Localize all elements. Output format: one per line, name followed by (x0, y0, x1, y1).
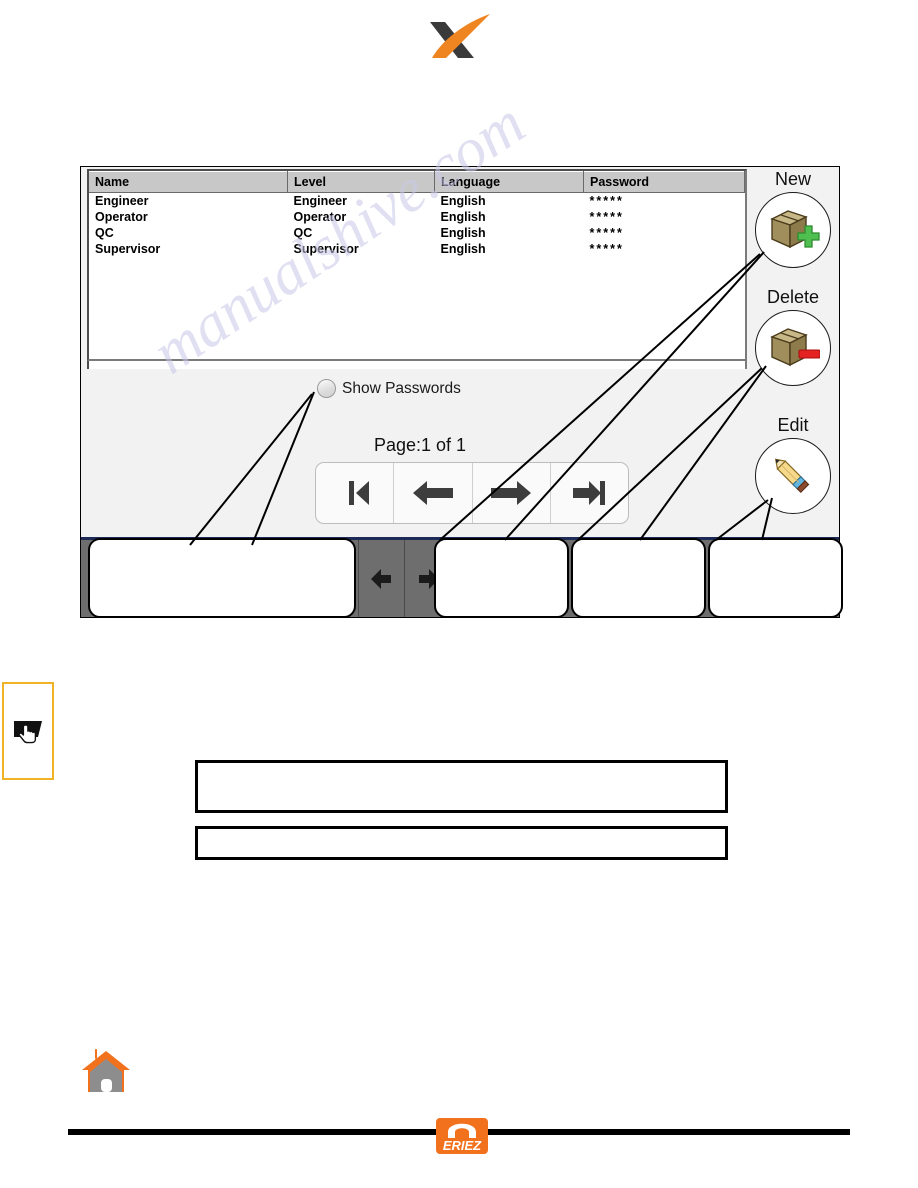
touchscreen-note (2, 682, 54, 780)
note-box-primary (195, 760, 728, 813)
callout-edit (708, 538, 843, 618)
cell-level: Engineer (293, 194, 348, 208)
touchscreen-hand-icon (14, 721, 42, 744)
column-header-language[interactable]: Language (434, 171, 584, 193)
page-indicator: Page:1 of 1 (81, 435, 839, 456)
cell-language: English (440, 194, 486, 208)
first-page-arrow-icon (348, 481, 369, 505)
callout-show-passwords (88, 538, 356, 618)
action-button-column: New Delete Edit (747, 167, 839, 539)
show-passwords-row[interactable]: Show Passwords (317, 379, 461, 398)
table-row[interactable]: QC QC English ***** (89, 225, 745, 241)
footer-logo: ERIEZ (432, 1110, 492, 1156)
manual-page: manualshive.com Name Level Language Pass… (0, 0, 918, 1188)
new-button-group[interactable]: New (747, 169, 839, 268)
column-header-name[interactable]: Name (89, 171, 288, 193)
right-arrow-icon (491, 481, 532, 505)
cell-password: ***** (589, 226, 624, 240)
cell-name: Operator (95, 210, 148, 224)
box-minus-icon (770, 328, 820, 367)
show-passwords-label: Show Passwords (342, 379, 461, 397)
pencil-icon (774, 458, 810, 494)
delete-button[interactable] (755, 310, 831, 386)
first-page-button[interactable] (316, 463, 395, 523)
cell-name: Supervisor (95, 242, 161, 256)
edit-button-group[interactable]: Edit (747, 415, 839, 514)
cell-password: ***** (589, 242, 624, 256)
delete-button-group[interactable]: Delete (747, 287, 839, 386)
previous-page-button[interactable] (394, 463, 473, 523)
pagination-bar (315, 462, 629, 524)
last-page-arrow-icon (573, 481, 606, 505)
left-arrow-icon (412, 481, 453, 505)
hmi-content: Name Level Language Password Engineer En… (81, 167, 839, 539)
cell-language: English (440, 242, 486, 256)
cell-language: English (440, 226, 486, 240)
table-header-row: Name Level Language Password (89, 171, 745, 193)
last-page-button[interactable] (551, 463, 628, 523)
delete-button-label: Delete (766, 287, 820, 307)
home-icon (82, 1048, 130, 1092)
callout-delete (571, 538, 706, 618)
column-header-level[interactable]: Level (287, 171, 435, 193)
new-button[interactable] (755, 192, 831, 268)
cell-password: ***** (589, 194, 624, 208)
table-row[interactable]: Operator Operator English ***** (89, 209, 745, 225)
edit-button[interactable] (755, 438, 831, 514)
cell-level: Operator (293, 210, 347, 224)
cell-name: Engineer (95, 194, 149, 208)
brand-logo (412, 8, 507, 64)
next-page-button[interactable] (473, 463, 551, 523)
nav-back-icon (370, 568, 391, 589)
user-table-container[interactable]: Name Level Language Password Engineer En… (87, 169, 747, 361)
toolbar-back-button[interactable] (359, 540, 405, 617)
footer-logo-text: ERIEZ (443, 1138, 482, 1153)
home-button[interactable] (78, 1046, 134, 1098)
table-row[interactable]: Engineer Engineer English ***** (89, 193, 745, 210)
column-header-password[interactable]: Password (583, 171, 745, 193)
note-box-secondary (195, 826, 728, 860)
cell-language: English (440, 210, 486, 224)
radio-circle-icon[interactable] (317, 379, 336, 398)
callout-new (434, 538, 569, 618)
cell-level: QC (293, 226, 313, 240)
user-table: Name Level Language Password Engineer En… (89, 171, 745, 257)
page-indicator-text: Page:1 of 1 (373, 435, 467, 455)
cell-name: QC (95, 226, 114, 240)
table-bottom-spacer (87, 361, 747, 369)
box-plus-icon (770, 210, 820, 249)
table-row[interactable]: Supervisor Supervisor English ***** (89, 241, 745, 257)
cell-password: ***** (589, 210, 624, 224)
edit-button-label: Edit (777, 415, 809, 435)
cell-level: Supervisor (293, 242, 359, 256)
new-button-label: New (774, 169, 811, 189)
